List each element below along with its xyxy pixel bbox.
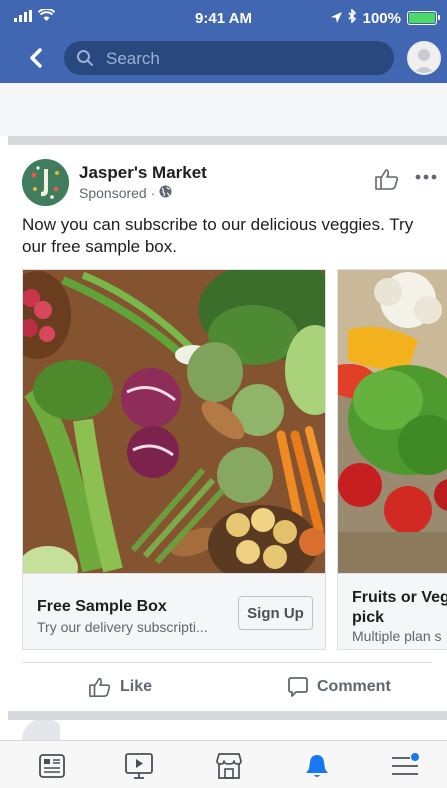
status-right: 100% — [330, 8, 440, 27]
search-icon — [76, 49, 94, 72]
sponsored-line: Sponsored · — [79, 185, 172, 201]
card-description: Multiple plan s — [352, 628, 442, 644]
card-description: Try our delivery subscripti... — [37, 619, 208, 635]
card-title: Free Sample Box — [37, 598, 167, 615]
fruits-vegetables-image[interactable] — [338, 270, 447, 573]
carousel-card[interactable]: Fruits or Veg pick Multiple plan s — [337, 269, 447, 650]
like-page-button[interactable] — [374, 167, 400, 196]
bluetooth-icon — [348, 8, 357, 27]
thumbs-up-icon — [375, 169, 399, 190]
watch-video-icon — [125, 753, 153, 779]
location-arrow-icon — [330, 10, 342, 27]
next-post-avatar — [22, 718, 66, 740]
jaspers-market-logo — [22, 159, 69, 206]
profile-avatar-icon — [413, 49, 435, 73]
comment-button[interactable]: Comment — [287, 672, 391, 702]
search-input[interactable]: Search — [106, 49, 160, 69]
comment-bubble-icon — [288, 677, 308, 697]
vegetables-image[interactable] — [23, 270, 325, 573]
battery-percent: 100% — [362, 9, 401, 27]
back-button[interactable] — [24, 44, 50, 72]
status-bar: 9:41 AM 100% — [0, 0, 447, 36]
top-bar: 9:41 AM 100% Search — [0, 0, 447, 83]
notifications-bell-icon — [306, 755, 328, 777]
tab-notifications[interactable] — [302, 751, 332, 781]
like-button[interactable]: Like — [88, 672, 152, 702]
battery-fill — [409, 13, 435, 23]
chevron-left-icon — [30, 48, 42, 68]
globe-icon — [159, 185, 172, 201]
carousel-card-footer: Free Sample Box Try our delivery subscri… — [23, 573, 325, 649]
avatar[interactable] — [407, 41, 441, 75]
marketplace-icon — [216, 753, 242, 779]
ellipsis-icon — [415, 174, 437, 180]
feed-top-spacer — [0, 83, 447, 136]
navigation-bar: Search — [0, 36, 447, 83]
page-name-link[interactable]: Jasper's Market — [79, 163, 207, 183]
comment-label: Comment — [317, 678, 391, 695]
vegetables-photo — [23, 270, 325, 573]
separator-dot: · — [150, 185, 156, 201]
menu-icon — [392, 753, 419, 775]
tab-news-feed[interactable] — [37, 751, 67, 781]
more-options-button[interactable] — [415, 167, 437, 185]
carousel-card[interactable]: Free Sample Box Try our delivery subscri… — [22, 269, 326, 650]
battery-icon — [407, 11, 440, 25]
tab-marketplace[interactable] — [214, 751, 244, 781]
sign-up-button[interactable]: Sign Up — [238, 596, 313, 630]
thumbs-up-icon — [89, 677, 111, 697]
bottom-tab-bar — [0, 740, 447, 788]
card-title: Fruits or Veg pick — [352, 589, 447, 626]
sponsored-label[interactable]: Sponsored — [79, 185, 147, 201]
feed-divider — [8, 136, 447, 145]
actions-divider — [22, 662, 432, 663]
post-body-text: Now you can subscribe to our delicious v… — [22, 215, 414, 256]
post-header: Jasper's Market Sponsored · — [0, 145, 447, 206]
next-post-peek — [0, 718, 447, 740]
tab-watch[interactable] — [124, 751, 154, 781]
tab-menu[interactable] — [390, 751, 420, 781]
like-label: Like — [120, 678, 153, 695]
page-avatar[interactable] — [22, 159, 69, 206]
news-feed-icon — [39, 754, 65, 778]
carousel-card-footer: Fruits or Veg pick Multiple plan s — [338, 573, 447, 649]
produce-photo — [338, 270, 447, 573]
feed-divider — [8, 711, 447, 720]
facebook-feed-screen: 9:41 AM 100% Search Jasper's Market Spon… — [0, 0, 447, 788]
search-bar[interactable]: Search — [64, 41, 394, 75]
